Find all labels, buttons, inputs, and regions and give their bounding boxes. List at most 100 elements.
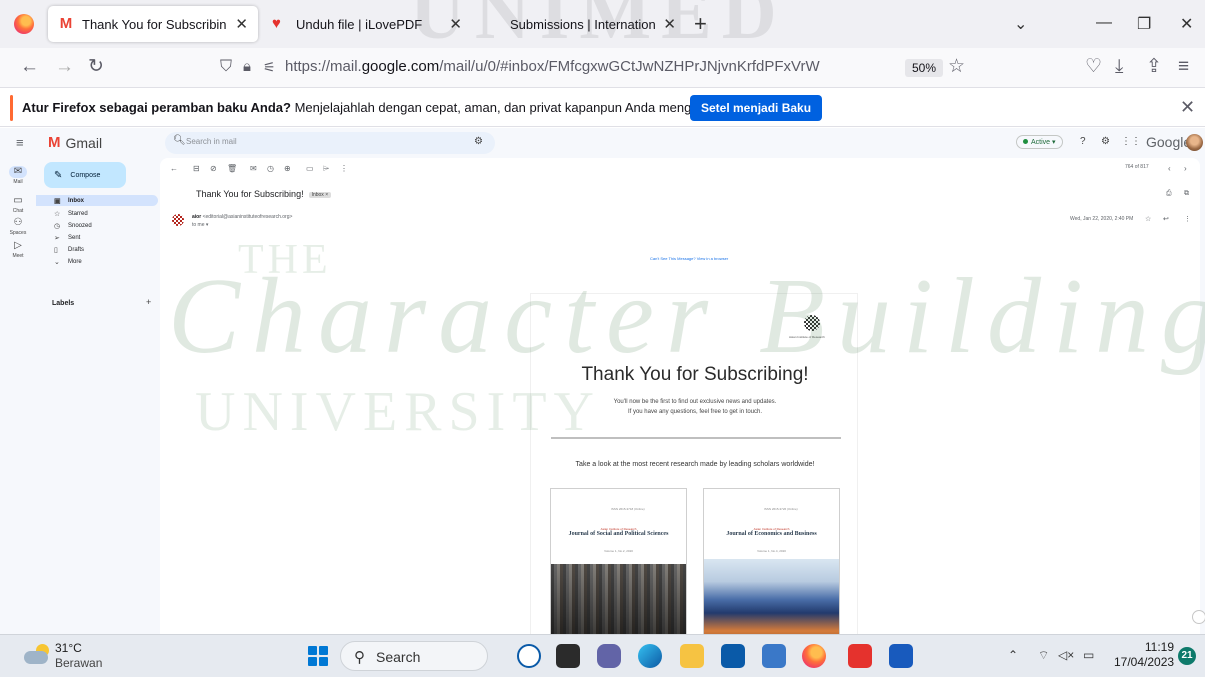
shield-icon[interactable]: ⛉ bbox=[220, 57, 232, 77]
back-icon[interactable]: ← bbox=[20, 57, 39, 77]
settings-gear-icon[interactable]: ⚙ bbox=[1101, 136, 1110, 147]
minimize-icon[interactable]: — bbox=[1096, 14, 1112, 32]
clock[interactable]: 11:19 17/04/2023 bbox=[1114, 640, 1174, 670]
journal-cover-economics-business[interactable]: ISSN 2615-3726 (Online) Asian Institute … bbox=[703, 488, 840, 634]
journal-cover-social-political[interactable]: ISSN 2615-3718 (Online) Asian Institute … bbox=[550, 488, 687, 634]
add-label-icon[interactable]: + bbox=[146, 297, 151, 307]
message-pane: ← ⊟ ⊘ 🗑︎ ✉ ◷ ⊕ ▭ ⌲ ⋮ 764 of 817 ‹ › Than… bbox=[160, 158, 1200, 634]
help-icon[interactable]: ? bbox=[1080, 136, 1086, 147]
mail-app-icon[interactable] bbox=[721, 644, 745, 668]
zoom-level[interactable]: 50% bbox=[905, 59, 944, 77]
show-hidden-icons[interactable]: ⌃ bbox=[1008, 648, 1018, 662]
volume-icon[interactable]: ◁× bbox=[1058, 648, 1074, 662]
email-line-1: You'll now be the first to find out excl… bbox=[613, 399, 777, 405]
star-icon[interactable]: ☆ bbox=[1145, 215, 1151, 223]
word-icon[interactable] bbox=[889, 644, 913, 668]
edge-icon[interactable] bbox=[638, 644, 662, 668]
delete-icon[interactable]: 🗑︎ bbox=[227, 164, 237, 173]
older-icon[interactable]: › bbox=[1184, 164, 1187, 173]
search-icon: ⚲ bbox=[354, 649, 365, 666]
sidebar-item-sent[interactable]: ➢ Sent bbox=[36, 232, 158, 243]
sidebar-item-starred[interactable]: ☆ Starred bbox=[36, 208, 158, 219]
mark-unread-icon[interactable]: ✉ bbox=[250, 164, 257, 173]
sidebar-item-inbox[interactable]: ▣ Inbox bbox=[36, 195, 158, 206]
status-dot bbox=[1023, 139, 1028, 144]
status-selector[interactable]: Active ▾ bbox=[1016, 135, 1063, 149]
bing-icon[interactable] bbox=[517, 644, 541, 668]
rail-spaces[interactable]: ⚇ Spaces bbox=[0, 217, 36, 236]
rail-chat[interactable]: ▭ Chat bbox=[0, 195, 36, 214]
close-notification-icon[interactable]: ✕ bbox=[1180, 97, 1195, 118]
add-task-icon[interactable]: ⊕ bbox=[284, 164, 291, 173]
share-icon[interactable]: ⇪ bbox=[1146, 57, 1162, 77]
reply-icon[interactable]: ↩ bbox=[1163, 215, 1169, 223]
inbox-label-badge[interactable]: Inbox × bbox=[308, 191, 332, 198]
newer-icon[interactable]: ‹ bbox=[1168, 164, 1171, 173]
firefox-logo-icon[interactable] bbox=[14, 14, 34, 34]
photos-icon[interactable] bbox=[762, 644, 786, 668]
list-all-tabs-icon[interactable]: ⌄ bbox=[1014, 14, 1027, 34]
back-to-inbox-icon[interactable]: ← bbox=[170, 164, 178, 173]
start-button[interactable] bbox=[308, 646, 328, 666]
snooze-icon[interactable]: ◷ bbox=[267, 164, 274, 173]
reload-icon[interactable]: ↻ bbox=[88, 57, 104, 77]
tab-gmail[interactable]: M Thank You for Subscribing! - erc ✕ bbox=[48, 6, 258, 42]
set-default-button[interactable]: Setel menjadi Baku bbox=[690, 95, 823, 121]
more-vert-icon[interactable]: ⋮ bbox=[1184, 215, 1191, 223]
task-view-icon[interactable] bbox=[556, 644, 580, 668]
avatar[interactable] bbox=[1186, 134, 1203, 151]
move-to-icon[interactable]: ▭ bbox=[306, 164, 314, 173]
lock-icon[interactable]: 🔒︎ bbox=[243, 57, 251, 77]
sidebar-item-drafts[interactable]: ▯ Drafts bbox=[36, 244, 158, 255]
file-explorer-icon[interactable] bbox=[680, 644, 704, 668]
archive-icon[interactable]: ⊟ bbox=[193, 164, 200, 173]
search-input[interactable]: 🔍︎ Search in mail ⚙ bbox=[165, 132, 495, 154]
close-tab-icon[interactable]: ✕ bbox=[663, 15, 676, 33]
close-window-icon[interactable]: ✕ bbox=[1180, 14, 1193, 34]
battery-icon[interactable]: ▭ bbox=[1083, 648, 1094, 662]
pdf-app-icon[interactable] bbox=[848, 644, 872, 668]
rail-meet[interactable]: ▷ Meet bbox=[0, 240, 36, 259]
notification-badge[interactable]: 21 bbox=[1178, 647, 1196, 665]
report-spam-icon[interactable]: ⊘ bbox=[210, 164, 217, 173]
google-account-brand[interactable]: Google bbox=[1146, 134, 1191, 150]
recipient-details[interactable]: to me ▾ bbox=[192, 222, 208, 228]
forward-icon[interactable]: → bbox=[55, 57, 74, 77]
main-menu-icon[interactable]: ≡ bbox=[16, 135, 24, 150]
view-in-browser-link[interactable]: Can't See This Message? View in a browse… bbox=[650, 256, 728, 261]
search-icon[interactable]: 🔍︎ bbox=[173, 135, 186, 146]
close-tab-icon[interactable]: ✕ bbox=[235, 15, 248, 33]
print-icon[interactable]: ⎙ bbox=[1166, 190, 1172, 198]
downloads-icon[interactable]: ⤓ bbox=[1115, 57, 1123, 77]
apps-grid-icon[interactable]: ⋮⋮ bbox=[1121, 136, 1141, 147]
chevron-down-icon: ⌄ bbox=[54, 258, 60, 266]
weather-condition[interactable]: Berawan bbox=[55, 656, 102, 670]
new-tab-icon[interactable]: + bbox=[694, 13, 707, 35]
cloudy-weather-icon[interactable] bbox=[24, 643, 50, 665]
bookmark-star-icon[interactable]: ☆ bbox=[948, 57, 965, 77]
tab-submissions[interactable]: Submissions | International Jour ✕ bbox=[476, 6, 686, 42]
tab-ilovepdf[interactable]: ♥ Unduh file | iLovePDF ✕ bbox=[262, 6, 472, 42]
sidebar-item-more[interactable]: ⌄ More bbox=[36, 256, 158, 267]
restore-icon[interactable]: ❐ bbox=[1137, 14, 1151, 34]
temperature[interactable]: 31°C bbox=[55, 641, 82, 655]
more-options-icon[interactable]: ⋮ bbox=[340, 164, 348, 173]
gmail-logo[interactable]: M Gmail bbox=[48, 134, 102, 151]
permissions-icon[interactable]: ⚟ bbox=[263, 57, 276, 77]
teams-chat-icon[interactable] bbox=[597, 644, 621, 668]
menu-icon[interactable]: ≡ bbox=[1178, 57, 1189, 77]
side-panel-toggle-icon[interactable] bbox=[1192, 610, 1205, 624]
taskbar-search[interactable]: ⚲ Search bbox=[340, 641, 488, 671]
label-icon[interactable]: ⌲ bbox=[323, 164, 329, 174]
rail-mail[interactable]: ✉ Mail bbox=[0, 166, 36, 185]
sender-avatar[interactable] bbox=[172, 214, 184, 226]
firefox-taskbar-icon[interactable] bbox=[802, 644, 826, 668]
open-new-window-icon[interactable]: ⧉ bbox=[1184, 190, 1189, 198]
compose-button[interactable]: ✎ Compose bbox=[44, 162, 126, 188]
sidebar-item-snoozed[interactable]: ◷ Snoozed bbox=[36, 220, 158, 231]
wifi-icon[interactable]: ⌔ bbox=[1038, 648, 1049, 663]
search-options-icon[interactable]: ⚙ bbox=[474, 136, 483, 147]
url-text[interactable]: https://mail.google.com/mail/u/0/#inbox/… bbox=[285, 58, 820, 75]
pocket-icon[interactable]: ♡ bbox=[1085, 57, 1102, 77]
close-tab-icon[interactable]: ✕ bbox=[449, 15, 462, 33]
